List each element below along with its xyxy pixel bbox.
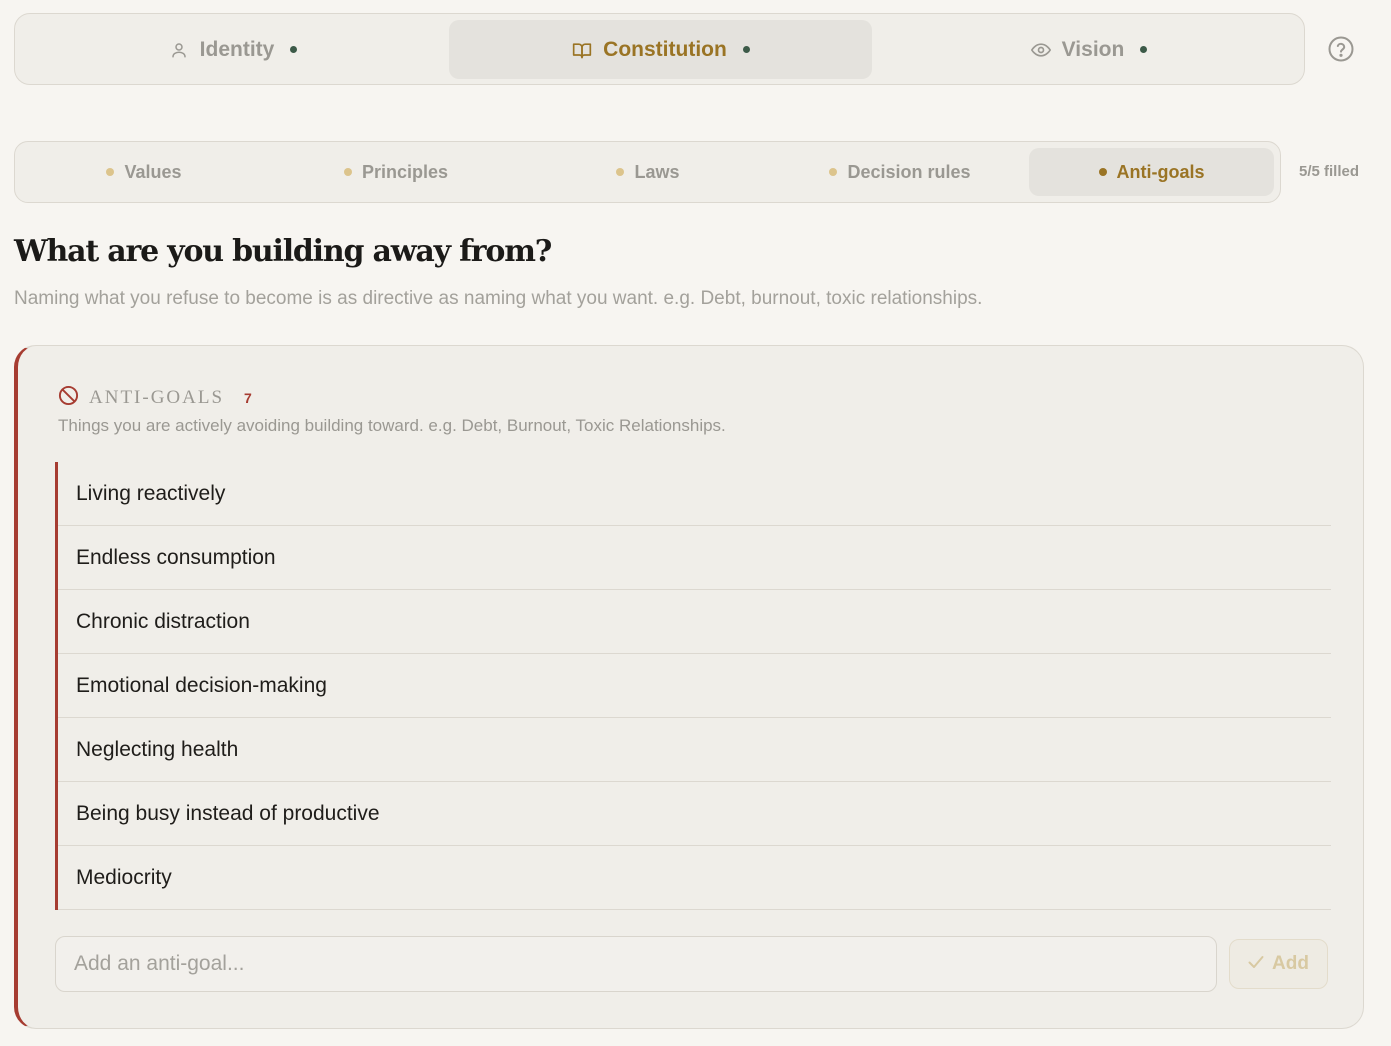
- list-item[interactable]: Emotional decision-making: [58, 654, 1331, 718]
- status-dot: [1140, 46, 1148, 53]
- status-dot: [1098, 168, 1107, 176]
- tab-vision[interactable]: Vision: [877, 20, 1300, 79]
- tab-constitution[interactable]: Constitution: [449, 20, 872, 79]
- card-description: Things you are actively avoiding buildin…: [58, 416, 726, 435]
- status-dot: [290, 46, 298, 53]
- tab-label: Identity: [199, 37, 275, 61]
- subtab-principles[interactable]: Principles: [273, 148, 519, 196]
- subtab-laws[interactable]: Laws: [525, 148, 771, 196]
- status-dot: [829, 168, 838, 176]
- anti-goal-list: Living reactively Endless consumption Ch…: [55, 462, 1331, 910]
- subtab-anti-goals[interactable]: Anti-goals: [1029, 148, 1274, 196]
- subtab-label: Principles: [361, 161, 449, 182]
- list-item[interactable]: Living reactively: [58, 462, 1331, 526]
- status-dot: [742, 46, 750, 53]
- tab-label: Vision: [1061, 37, 1125, 61]
- list-item[interactable]: Endless consumption: [58, 526, 1331, 590]
- tab-label: Constitution: [603, 37, 727, 61]
- status-dot: [343, 168, 352, 176]
- eye-icon: [1030, 39, 1052, 61]
- prohibited-icon: [58, 385, 79, 411]
- section-tab-bar: Values Principles Laws Decision rules An…: [14, 141, 1281, 203]
- add-button-label: Add: [1272, 953, 1309, 974]
- page-subtitle: Naming what you refuse to become is as d…: [14, 288, 983, 309]
- item-count-badge: 7: [244, 390, 252, 406]
- book-icon: [571, 39, 593, 61]
- card-header: ANTI-GOALS 7: [58, 385, 252, 411]
- main-tab-bar: Identity Constitution Vision: [14, 13, 1305, 85]
- subtab-label: Decision rules: [847, 161, 971, 182]
- subtab-label: Values: [124, 161, 182, 182]
- list-item[interactable]: Neglecting health: [58, 718, 1331, 782]
- status-dot: [106, 168, 115, 176]
- check-icon: [1248, 953, 1264, 975]
- subtab-values[interactable]: Values: [21, 148, 267, 196]
- subtab-decision-rules[interactable]: Decision rules: [777, 148, 1023, 196]
- add-button[interactable]: Add: [1229, 939, 1328, 989]
- subtab-label: Laws: [634, 161, 680, 182]
- page-title: What are you building away from?: [14, 234, 552, 269]
- list-item[interactable]: Chronic distraction: [58, 590, 1331, 654]
- filled-status: 5/5 filled: [1299, 163, 1360, 180]
- card-title: ANTI-GOALS: [89, 387, 225, 408]
- person-icon: [168, 39, 190, 61]
- list-item[interactable]: Being busy instead of productive: [58, 782, 1331, 846]
- help-icon[interactable]: [1328, 36, 1354, 62]
- anti-goals-card: ANTI-GOALS 7 Things you are actively avo…: [14, 345, 1364, 1029]
- add-anti-goal-input[interactable]: [55, 936, 1217, 992]
- list-item[interactable]: Mediocrity: [58, 846, 1331, 910]
- subtab-label: Anti-goals: [1116, 161, 1205, 182]
- tab-identity[interactable]: Identity: [21, 20, 444, 79]
- status-dot: [616, 168, 625, 176]
